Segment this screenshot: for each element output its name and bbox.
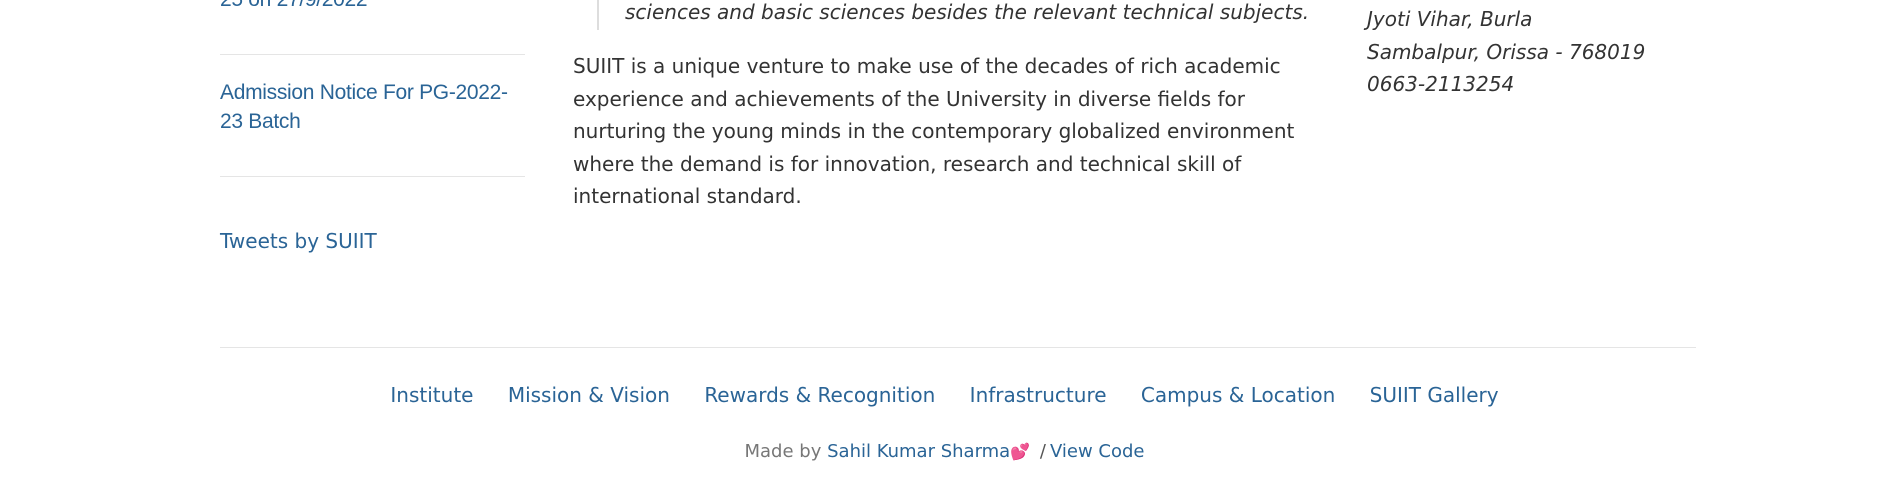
contact-address: Jyoti Vihar, Burla Sambalpur, Orissa - 7… bbox=[1367, 3, 1645, 101]
notice-link-previous[interactable]: 25 on 27/9/2022 bbox=[220, 0, 368, 12]
address-line-2: Sambalpur, Orissa - 768019 bbox=[1367, 39, 1646, 64]
address-phone: 0663-2113254 bbox=[1367, 72, 1515, 96]
footer-link-institute[interactable]: Institute bbox=[390, 383, 473, 407]
blockquote-border bbox=[597, 0, 599, 30]
author-link[interactable]: Sahil Kumar Sharma bbox=[827, 441, 1010, 462]
footer-credits: Made by Sahil Kumar Sharma💕 / View Code bbox=[0, 441, 1889, 462]
footer-divider bbox=[220, 347, 1696, 348]
tweets-link[interactable]: Tweets by SUIIT bbox=[220, 229, 377, 253]
footer-link-campus-location[interactable]: Campus & Location bbox=[1141, 383, 1335, 407]
credits-prefix: Made by bbox=[744, 441, 822, 462]
notice-divider bbox=[220, 176, 525, 177]
blockquote-text: sciences and basic sciences besides the … bbox=[625, 0, 1310, 24]
view-code-link[interactable]: View Code bbox=[1050, 441, 1145, 462]
heart-icon: 💕 bbox=[1010, 442, 1031, 461]
footer-link-infrastructure[interactable]: Infrastructure bbox=[970, 383, 1107, 407]
notice-link-admission[interactable]: Admission Notice For PG-2022-23 Batch bbox=[220, 78, 530, 136]
address-line-1: Jyoti Vihar, Burla bbox=[1367, 7, 1533, 31]
footer-link-rewards-recognition[interactable]: Rewards & Recognition bbox=[704, 383, 935, 407]
footer-link-gallery[interactable]: SUIIT Gallery bbox=[1370, 383, 1499, 407]
notice-divider bbox=[220, 54, 525, 55]
credits-separator: / bbox=[1039, 441, 1046, 462]
about-paragraph: SUIIT is a unique venture to make use of… bbox=[573, 54, 1295, 208]
page: 25 on 27/9/2022 Admission Notice For PG-… bbox=[0, 0, 1889, 501]
footer-nav: Institute Mission & Vision Rewards & Rec… bbox=[0, 383, 1889, 407]
footer-link-mission-vision[interactable]: Mission & Vision bbox=[508, 383, 670, 407]
